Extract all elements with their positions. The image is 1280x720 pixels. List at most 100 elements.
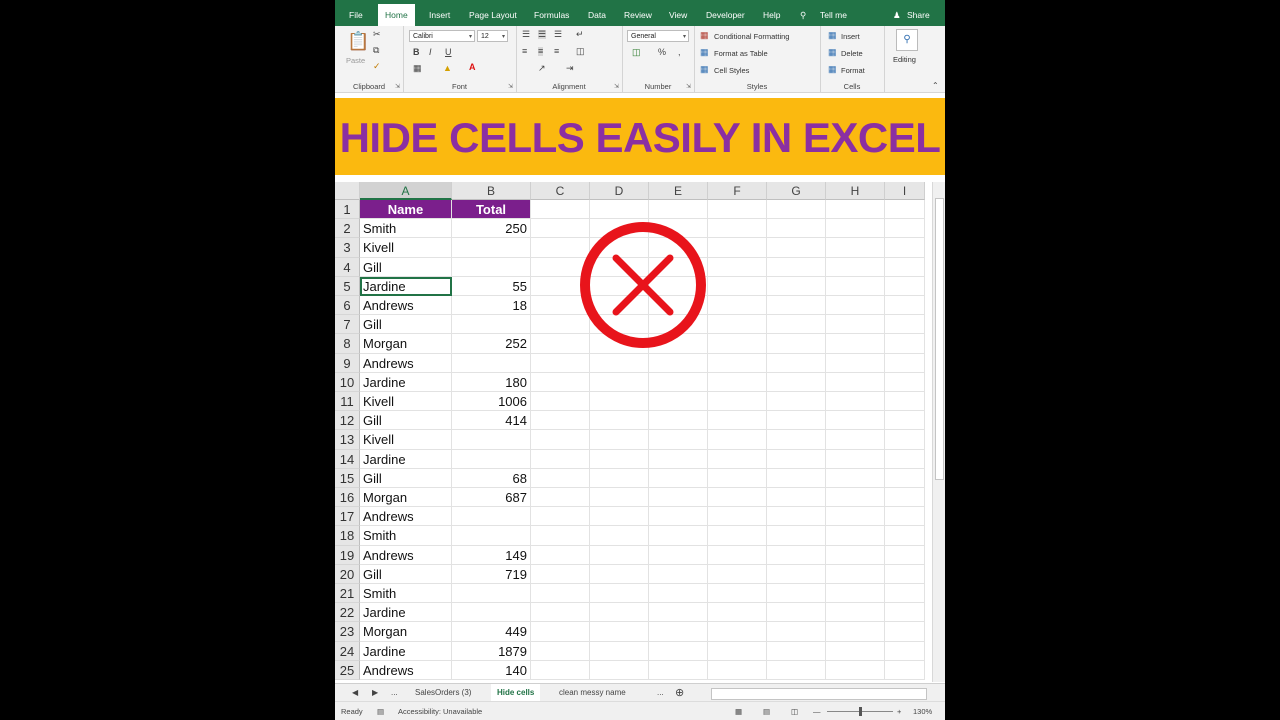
empty-cell[interactable]	[885, 584, 925, 604]
empty-cell[interactable]	[826, 430, 885, 450]
number-launcher-icon[interactable]: ⇲	[686, 83, 691, 90]
font-launcher-icon[interactable]: ⇲	[508, 83, 513, 90]
empty-cell[interactable]	[826, 296, 885, 316]
zoom-in-icon[interactable]: +	[897, 702, 901, 720]
cell-total[interactable]: 55	[452, 276, 531, 296]
empty-cell[interactable]	[708, 488, 767, 508]
row-header[interactable]: 24	[335, 641, 360, 661]
delete-cells-button[interactable]: Delete	[841, 49, 863, 58]
cell-total[interactable]: 250	[452, 219, 531, 239]
empty-cell[interactable]	[531, 584, 590, 604]
empty-cell[interactable]	[649, 200, 708, 220]
empty-cell[interactable]	[649, 449, 708, 469]
empty-cell[interactable]	[826, 334, 885, 354]
cell-name[interactable]: Andrews	[360, 296, 452, 316]
empty-cell[interactable]	[767, 315, 826, 335]
empty-cell[interactable]	[885, 526, 925, 546]
empty-cell[interactable]	[767, 334, 826, 354]
sheets-more-left[interactable]: ...	[391, 684, 398, 702]
empty-cell[interactable]	[531, 507, 590, 527]
cell-name[interactable]: Gill	[360, 411, 452, 431]
row-header[interactable]: 19	[335, 545, 360, 565]
empty-cell[interactable]	[531, 449, 590, 469]
share-button[interactable]: Share	[907, 0, 930, 26]
page-layout-view-icon[interactable]: ▤	[763, 702, 770, 720]
empty-cell[interactable]	[708, 603, 767, 623]
empty-cell[interactable]	[885, 660, 925, 680]
align-center-icon[interactable]: ≡	[538, 47, 544, 56]
normal-view-icon[interactable]: ▦	[735, 702, 742, 720]
cell-total[interactable]: 687	[452, 488, 531, 508]
zoom-out-icon[interactable]: —	[813, 702, 821, 720]
empty-cell[interactable]	[767, 545, 826, 565]
empty-cell[interactable]	[708, 392, 767, 412]
row-header[interactable]: 14	[335, 449, 360, 469]
empty-cell[interactable]	[767, 200, 826, 220]
empty-cell[interactable]	[767, 238, 826, 258]
empty-cell[interactable]	[885, 488, 925, 508]
empty-cell[interactable]	[826, 449, 885, 469]
row-header[interactable]: 25	[335, 660, 360, 680]
empty-cell[interactable]	[885, 641, 925, 661]
column-header-d[interactable]: D	[590, 182, 649, 200]
cell-total[interactable]	[452, 526, 531, 546]
add-sheet-icon[interactable]: ⊕	[675, 684, 684, 702]
cell-total[interactable]: 719	[452, 564, 531, 584]
empty-cell[interactable]	[767, 296, 826, 316]
empty-cell[interactable]	[708, 584, 767, 604]
empty-cell[interactable]	[708, 526, 767, 546]
empty-cell[interactable]	[767, 488, 826, 508]
empty-cell[interactable]	[885, 603, 925, 623]
empty-cell[interactable]	[531, 430, 590, 450]
align-right-icon[interactable]: ≡	[554, 47, 559, 56]
font-name-select[interactable]: Calibri ▾	[409, 30, 475, 42]
empty-cell[interactable]	[531, 372, 590, 392]
cell-total[interactable]	[452, 238, 531, 258]
comma-icon[interactable]: ,	[678, 48, 681, 57]
empty-cell[interactable]	[885, 257, 925, 277]
cell-name[interactable]: Andrews	[360, 660, 452, 680]
empty-cell[interactable]	[531, 488, 590, 508]
empty-cell[interactable]	[590, 545, 649, 565]
empty-cell[interactable]	[767, 584, 826, 604]
row-header[interactable]: 7	[335, 315, 360, 335]
row-header[interactable]: 4	[335, 257, 360, 277]
empty-cell[interactable]	[826, 622, 885, 642]
empty-cell[interactable]	[708, 219, 767, 239]
cell-name[interactable]: Jardine	[360, 449, 452, 469]
cell-total[interactable]: 252	[452, 334, 531, 354]
cell-name[interactable]: Jardine	[360, 372, 452, 392]
empty-cell[interactable]	[590, 411, 649, 431]
empty-cell[interactable]	[590, 449, 649, 469]
sheet-tab-salesorders[interactable]: SalesOrders (3)	[415, 684, 471, 702]
empty-cell[interactable]	[590, 200, 649, 220]
empty-cell[interactable]	[590, 468, 649, 488]
empty-cell[interactable]	[708, 622, 767, 642]
tab-insert[interactable]: Insert	[429, 0, 450, 26]
cell-total[interactable]	[452, 449, 531, 469]
tab-review[interactable]: Review	[624, 0, 652, 26]
empty-cell[interactable]	[767, 372, 826, 392]
cell-name[interactable]: Gill	[360, 468, 452, 488]
cell-name[interactable]: Smith	[360, 219, 452, 239]
column-header-a[interactable]: A	[360, 182, 452, 200]
empty-cell[interactable]	[826, 276, 885, 296]
empty-cell[interactable]	[885, 315, 925, 335]
cell-name[interactable]: Gill	[360, 315, 452, 335]
empty-cell[interactable]	[649, 507, 708, 527]
empty-cell[interactable]	[590, 372, 649, 392]
row-header[interactable]: 9	[335, 353, 360, 373]
cell-total[interactable]: 140	[452, 660, 531, 680]
empty-cell[interactable]	[885, 507, 925, 527]
empty-cell[interactable]	[708, 545, 767, 565]
tab-data[interactable]: Data	[588, 0, 606, 26]
cell-total[interactable]	[452, 507, 531, 527]
empty-cell[interactable]	[531, 622, 590, 642]
percent-icon[interactable]: %	[658, 48, 666, 57]
empty-cell[interactable]	[885, 430, 925, 450]
sheet-tab-clean-messy-name[interactable]: clean messy name	[559, 684, 626, 702]
editing-button[interactable]: Editing	[893, 55, 916, 64]
font-size-select[interactable]: 12 ▾	[477, 30, 508, 42]
empty-cell[interactable]	[590, 584, 649, 604]
insert-cells-button[interactable]: Insert	[841, 32, 860, 41]
